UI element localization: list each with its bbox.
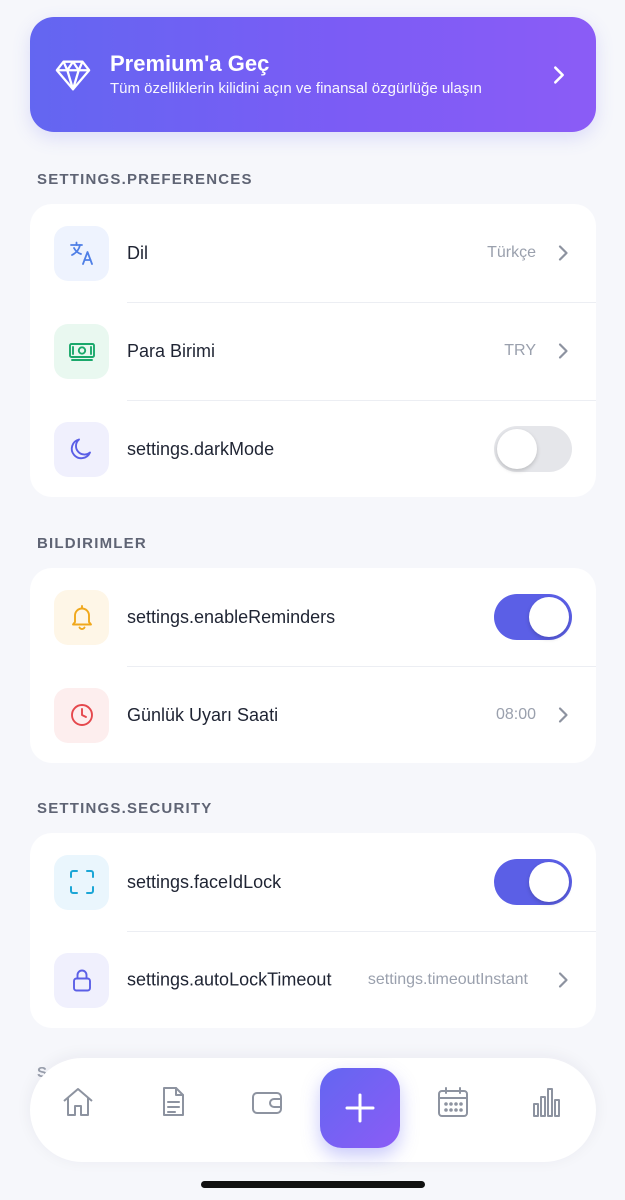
toggle-knob <box>529 862 569 902</box>
chart-icon <box>533 1088 560 1117</box>
reminders-label: settings.enableReminders <box>127 606 336 627</box>
daily-alert-value: 08:00 <box>495 706 536 723</box>
bell-icon <box>71 605 92 630</box>
auto-lock-texts: settings.timeoutInstant settings.autoLoc… <box>30 931 596 1028</box>
dark-mode-label: settings.darkMode <box>127 438 275 459</box>
face-id-toggle[interactable] <box>494 859 572 905</box>
home-icon <box>63 1088 93 1116</box>
add-icon <box>345 1093 375 1123</box>
currency-label: Para Birimi <box>127 340 216 361</box>
security-card: settings.faceIdLock settings.timeoutInst… <box>30 833 596 1028</box>
chevron-right-icon <box>558 245 568 261</box>
premium-banner[interactable]: Premium'a Geç Tüm özelliklerin kilidini … <box>30 17 596 132</box>
face-scan-icon <box>69 870 94 894</box>
calendar-icon <box>438 1087 468 1117</box>
add-transaction-button[interactable] <box>320 1068 400 1148</box>
currency-icon-box <box>54 323 109 379</box>
reminders-toggle[interactable] <box>494 594 572 640</box>
chevron-right-icon <box>558 343 568 359</box>
section-title-notifications: BILDIRIMLER <box>37 535 147 552</box>
setting-row-face-id: settings.faceIdLock <box>30 833 596 931</box>
face-id-label: settings.faceIdLock <box>127 871 282 892</box>
daily-alert-icon-box <box>54 687 109 743</box>
tab-calendar[interactable] <box>433 1082 473 1122</box>
document-icon <box>163 1087 184 1116</box>
preferences-card: Dil Türkçe Para Birimi TRY settings.dark… <box>30 204 596 497</box>
setting-row-reminders: settings.enableReminders <box>30 568 596 666</box>
language-value: Türkçe <box>487 244 536 261</box>
dark-mode-icon-box <box>54 421 109 477</box>
tab-home[interactable] <box>58 1082 98 1122</box>
section-title-security: SETTINGS.SECURITY <box>37 800 213 817</box>
auto-lock-label: settings.autoLockTimeout <box>127 969 332 990</box>
diamond-icon <box>55 60 91 90</box>
home-indicator <box>201 1181 425 1188</box>
face-id-icon-box <box>54 854 109 910</box>
notifications-card: settings.enableReminders Günlük Uyarı Sa… <box>30 568 596 763</box>
premium-texts: Premium'a Geç Tüm özelliklerin kilidini … <box>110 51 548 98</box>
wallet-icon <box>252 1092 282 1114</box>
premium-subtitle: Tüm özelliklerin kilidini açın ve finans… <box>110 80 482 97</box>
clock-icon <box>70 704 93 726</box>
premium-title: Premium'a Geç <box>110 51 270 76</box>
language-label: Dil <box>127 242 148 263</box>
auto-lock-value: settings.timeoutInstant <box>367 971 528 988</box>
reminders-icon-box <box>54 589 109 645</box>
tab-documents[interactable] <box>153 1082 193 1122</box>
setting-row-currency[interactable]: Para Birimi TRY <box>30 302 596 400</box>
dark-mode-toggle[interactable] <box>494 426 572 472</box>
daily-alert-label: Günlük Uyarı Saati <box>127 704 279 725</box>
setting-row-language[interactable]: Dil Türkçe <box>30 204 596 302</box>
chevron-right-icon <box>558 707 568 723</box>
bottom-tab-bar <box>30 1058 596 1162</box>
setting-row-daily-alert[interactable]: Günlük Uyarı Saati 08:00 <box>30 666 596 763</box>
setting-row-auto-lock[interactable]: settings.timeoutInstant settings.autoLoc… <box>30 931 596 1028</box>
tab-wallet[interactable] <box>247 1082 287 1122</box>
moon-icon <box>70 438 91 460</box>
toggle-knob <box>497 429 537 469</box>
toggle-knob <box>529 597 569 637</box>
chevron-right-icon <box>554 65 564 84</box>
language-icon-box <box>54 225 109 281</box>
section-title-preferences: SETTINGS.PREFERENCES <box>37 171 253 188</box>
translate-icon <box>69 241 93 265</box>
currency-value: TRY <box>504 342 536 359</box>
banknote-icon <box>68 343 95 361</box>
settings-screen: Premium'a Geç Tüm özelliklerin kilidini … <box>0 0 625 1200</box>
tab-reports[interactable] <box>527 1082 567 1122</box>
setting-row-dark-mode: settings.darkMode <box>30 400 596 497</box>
